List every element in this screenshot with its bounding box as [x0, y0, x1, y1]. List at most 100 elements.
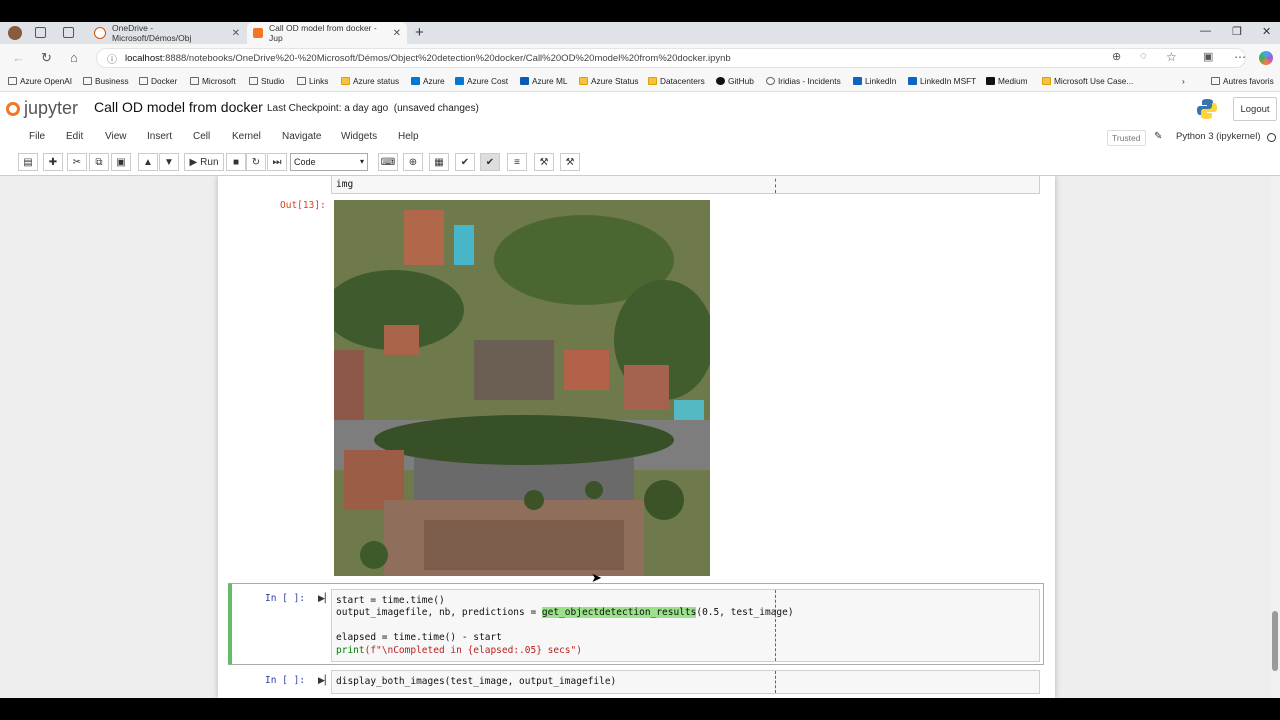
datacenters-icon: [648, 77, 657, 85]
workspaces-icon[interactable]: [35, 27, 46, 38]
notebook-toolbar: ▤ ✚ ✂ ⧉ ▣ ▲ ▼ ▶ Run ■ ↻ ⏭ Code ▾ ⌨ ⊕ ▦ ✔ …: [0, 150, 1280, 176]
menu-view[interactable]: View: [105, 131, 127, 142]
folder-icon: [297, 77, 306, 85]
code-line-1: start = time.time(): [336, 595, 445, 606]
bookmark-github[interactable]: GitHub: [716, 76, 754, 86]
run-button[interactable]: ▶ Run: [184, 153, 224, 171]
bookmark-label: Azure Cost: [467, 76, 509, 86]
bookmark-business[interactable]: Business: [83, 76, 129, 86]
calendar-icon[interactable]: ▦: [429, 153, 449, 171]
bookmark-label: Links: [309, 76, 329, 86]
jupyter-logo[interactable]: jupyter: [6, 98, 78, 119]
run-cell-icon[interactable]: ▶▏: [318, 675, 332, 686]
tab-title: Call OD model from docker - Jup: [269, 23, 377, 43]
more-bookmarks-chevron-icon[interactable]: ›: [1182, 76, 1185, 86]
restore-icon[interactable]: ❐: [1232, 25, 1242, 38]
profile-avatar[interactable]: [8, 26, 22, 40]
restart-run-all-icon[interactable]: ⏭: [267, 153, 287, 171]
bookmark-iridias[interactable]: Iridias - Incidents: [766, 76, 841, 86]
tab-actions-icon[interactable]: [63, 27, 74, 38]
scrollbar-thumb[interactable]: [1272, 611, 1278, 671]
move-down-icon[interactable]: ▼: [159, 153, 179, 171]
restart-icon[interactable]: ↻: [246, 153, 266, 171]
list-icon[interactable]: ≡: [507, 153, 527, 171]
medium-icon: [986, 77, 995, 85]
more-options-icon[interactable]: ⋯: [1234, 50, 1246, 64]
menu-kernel[interactable]: Kernel: [232, 131, 261, 142]
cut-icon[interactable]: ✂: [67, 153, 87, 171]
code-cell-detection[interactable]: start = time.time() output_imagefile, nb…: [331, 589, 1040, 662]
code-cell-previous[interactable]: img: [331, 176, 1040, 194]
bookmark-microsoft[interactable]: Microsoft: [190, 76, 236, 86]
menu-edit[interactable]: Edit: [66, 131, 83, 142]
move-up-icon[interactable]: ▲: [138, 153, 158, 171]
edit-pencil-icon[interactable]: ✎: [1154, 131, 1162, 142]
close-window-icon[interactable]: ✕: [1262, 25, 1271, 38]
bookmark-medium[interactable]: Medium: [986, 76, 1028, 86]
linkedin-icon: [853, 77, 862, 85]
trusted-badge[interactable]: Trusted: [1107, 130, 1146, 146]
tab-jupyter[interactable]: Call OD model from docker - Jup ✕: [247, 22, 407, 44]
run-cell-icon[interactable]: ▶▏: [318, 593, 332, 604]
menu-insert[interactable]: Insert: [147, 131, 172, 142]
kernel-status-icon: [1267, 133, 1276, 142]
refresh-icon[interactable]: ↻: [41, 50, 52, 66]
bookmark-links[interactable]: Links: [297, 76, 328, 86]
save-icon[interactable]: ▤: [18, 153, 38, 171]
tab-onedrive[interactable]: OneDrive - Microsoft/Démos/Obj ✕: [88, 22, 246, 44]
azure-icon: [455, 77, 464, 85]
copilot-icon[interactable]: [1259, 51, 1273, 65]
minimize-icon[interactable]: —: [1200, 25, 1211, 37]
bookmark-azure[interactable]: Azure: [411, 76, 445, 86]
new-tab-icon[interactable]: +: [415, 24, 424, 41]
line-limit-rule: [775, 590, 776, 661]
gavel-icon[interactable]: ⚒: [534, 153, 554, 171]
favorite-star-icon[interactable]: ☆: [1166, 50, 1177, 64]
code-cell-display[interactable]: display_both_images(test_image, output_i…: [331, 670, 1040, 694]
bookmark-linkedin[interactable]: LinkedIn: [853, 76, 896, 86]
keyboard-icon[interactable]: ⌨: [378, 153, 398, 171]
bookmark-studio[interactable]: Studio: [249, 76, 285, 86]
bookmark-azure-status[interactable]: Azure status: [341, 76, 399, 86]
url-field[interactable]: ⓘ localhost:8888/notebooks/OneDrive%20-%…: [96, 48, 1246, 68]
menu-help[interactable]: Help: [398, 131, 419, 142]
paste-icon[interactable]: ▣: [111, 153, 131, 171]
gavel-alt-icon[interactable]: ⚒: [560, 153, 580, 171]
insert-cell-icon[interactable]: ✚: [43, 153, 63, 171]
bookmark-azure-status-2[interactable]: Azure Status: [579, 76, 639, 86]
bookmark-azure-cost[interactable]: Azure Cost: [455, 76, 508, 86]
interrupt-icon[interactable]: ■: [226, 153, 246, 171]
copy-icon[interactable]: ⧉: [89, 153, 109, 171]
crosshair-icon[interactable]: ⊕: [403, 153, 423, 171]
address-bar: ← ↻ ⌂ ⓘ localhost:8888/notebooks/OneDriv…: [0, 44, 1280, 72]
notebook-title[interactable]: Call OD model from docker: [94, 99, 263, 115]
browser-tab-bar: OneDrive - Microsoft/Démos/Obj ✕ Call OD…: [0, 22, 1280, 44]
collections-icon[interactable]: ▣: [1203, 50, 1213, 63]
home-icon[interactable]: ⌂: [70, 50, 78, 65]
zoom-icon[interactable]: ⊕: [1112, 50, 1121, 63]
read-aloud-icon[interactable]: ◌: [1140, 50, 1147, 62]
bookmark-datacenters[interactable]: Datacenters: [648, 76, 705, 86]
menu-cell[interactable]: Cell: [193, 131, 210, 142]
bookmark-label: Iridias - Incidents: [778, 76, 841, 86]
cell-type-select[interactable]: Code ▾: [290, 153, 368, 171]
menu-navigate[interactable]: Navigate: [282, 131, 321, 142]
other-favorites[interactable]: Autres favoris: [1211, 76, 1274, 86]
bookmark-use-case[interactable]: Microsoft Use Case...: [1042, 76, 1133, 86]
bookmark-docker[interactable]: Docker: [139, 76, 177, 86]
close-tab-icon[interactable]: ✕: [232, 28, 240, 39]
close-tab-icon[interactable]: ✕: [393, 28, 401, 39]
menu-widgets[interactable]: Widgets: [341, 131, 377, 142]
logout-button[interactable]: Logout: [1233, 97, 1277, 121]
back-arrow-icon[interactable]: ←: [12, 50, 25, 65]
bookmark-azure-ml[interactable]: Azure ML: [520, 76, 568, 86]
page-scrollbar[interactable]: [1270, 176, 1280, 698]
bookmark-azure-openai[interactable]: Azure OpenAI: [8, 76, 72, 86]
check-icon[interactable]: ✔: [455, 153, 475, 171]
cell-type-value: Code: [294, 157, 316, 167]
code-string: (f"\nCompleted in {elapsed:.05} secs"): [364, 645, 582, 656]
check-active-icon[interactable]: ✔: [480, 153, 500, 171]
bookmark-linkedin-msft[interactable]: LinkedIn MSFT: [908, 76, 976, 86]
menu-bar: File Edit View Insert Cell Kernel Naviga…: [0, 126, 1280, 150]
menu-file[interactable]: File: [29, 131, 45, 142]
